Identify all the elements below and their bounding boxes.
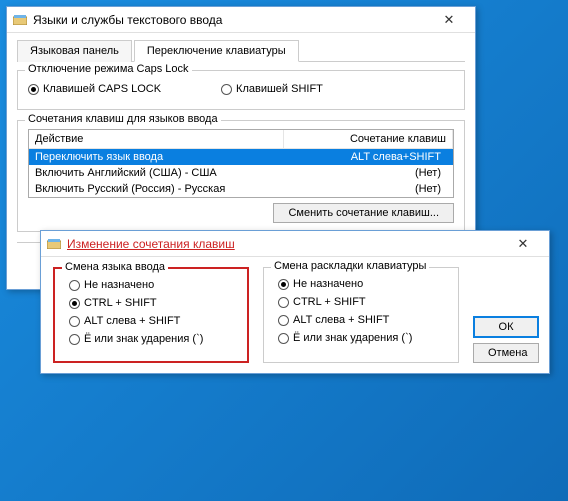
hotkey-table: Действие Сочетание клавиш Переключить яз… [28, 129, 454, 198]
radio-icon [69, 298, 80, 309]
radio-label: ALT слева + SHIFT [84, 315, 180, 327]
ok-button[interactable]: ОК [473, 316, 539, 338]
dialog-title: Изменение сочетания клавиш [67, 237, 503, 251]
row-key: ALT слева+SHIFT [290, 151, 447, 163]
window-title: Языки и службы текстового ввода [33, 13, 429, 27]
radio-label: Клавишей SHIFT [236, 83, 323, 95]
radio-ctrl-shift[interactable]: CTRL + SHIFT [278, 296, 444, 308]
dialog-buttons: ОК Отмена [473, 267, 539, 363]
table-row[interactable]: Включить Английский (США) - США (Нет) [29, 165, 453, 181]
radio-icon [69, 316, 80, 327]
row-action: Включить Английский (США) - США [35, 167, 290, 179]
cancel-button[interactable]: Отмена [473, 343, 539, 363]
keyboard-icon [13, 13, 27, 27]
change-hotkey-button[interactable]: Сменить сочетание клавиш... [273, 203, 454, 223]
tab-language-panel[interactable]: Языковая панель [17, 40, 132, 62]
radio-icon [221, 84, 232, 95]
radio-alt-shift[interactable]: ALT слева + SHIFT [278, 314, 444, 326]
radio-label: Клавишей CAPS LOCK [43, 83, 161, 95]
radio-ctrl-shift[interactable]: CTRL + SHIFT [69, 297, 233, 309]
tab-keyboard-switch[interactable]: Переключение клавиатуры [134, 40, 299, 62]
table-row[interactable]: Переключить язык ввода ALT слева+SHIFT [29, 149, 453, 165]
keyboard-layout-group: Смена раскладки клавиатуры Не назначено … [263, 267, 459, 363]
radio-icon [69, 334, 80, 345]
radio-label: Ё или знак ударения (`) [293, 332, 412, 344]
radio-alt-shift[interactable]: ALT слева + SHIFT [69, 315, 233, 327]
radio-label: CTRL + SHIFT [84, 297, 157, 309]
row-key: (Нет) [290, 183, 447, 195]
radio-capslock[interactable]: Клавишей CAPS LOCK [28, 83, 161, 95]
radio-grave[interactable]: Ё или знак ударения (`) [278, 332, 444, 344]
keyboard-icon [47, 237, 61, 251]
group-title: Сочетания клавиш для языков ввода [25, 113, 221, 125]
radio-icon [69, 280, 80, 291]
group-title: Отключение режима Caps Lock [25, 63, 192, 75]
radio-label: ALT слева + SHIFT [293, 314, 389, 326]
group-title: Смена языка ввода [62, 261, 168, 273]
col-action[interactable]: Действие [29, 130, 284, 148]
radio-grave[interactable]: Ё или знак ударения (`) [69, 333, 233, 345]
row-key: (Нет) [290, 167, 447, 179]
row-action: Переключить язык ввода [35, 151, 290, 163]
table-row[interactable]: Включить Русский (Россия) - Русская (Нет… [29, 181, 453, 197]
radio-icon [278, 333, 289, 344]
radio-icon [278, 315, 289, 326]
change-hotkey-dialog: Изменение сочетания клавиш ✕ Смена языка… [40, 230, 550, 374]
radio-none[interactable]: Не назначено [278, 278, 444, 290]
close-icon[interactable]: ✕ [503, 236, 543, 252]
radio-shift[interactable]: Клавишей SHIFT [221, 83, 323, 95]
row-action: Включить Русский (Россия) - Русская [35, 183, 290, 195]
radio-none[interactable]: Не назначено [69, 279, 233, 291]
titlebar[interactable]: Изменение сочетания клавиш ✕ [41, 231, 549, 257]
radio-label: CTRL + SHIFT [293, 296, 366, 308]
radio-label: Не назначено [84, 279, 154, 291]
table-head: Действие Сочетание клавиш [29, 130, 453, 149]
dialog-body: Смена языка ввода Не назначено CTRL + SH… [41, 257, 549, 373]
hotkey-group: Сочетания клавиш для языков ввода Действ… [17, 120, 465, 232]
radio-label: Не назначено [293, 278, 363, 290]
tab-strip: Языковая панель Переключение клавиатуры [17, 39, 465, 62]
titlebar[interactable]: Языки и службы текстового ввода ✕ [7, 7, 475, 33]
group-title: Смена раскладки клавиатуры [271, 260, 429, 272]
radio-icon [278, 297, 289, 308]
close-icon[interactable]: ✕ [429, 12, 469, 28]
capslock-group: Отключение режима Caps Lock Клавишей CAP… [17, 70, 465, 110]
radio-icon [278, 279, 289, 290]
radio-icon [28, 84, 39, 95]
col-key[interactable]: Сочетание клавиш [284, 130, 453, 148]
radio-label: Ё или знак ударения (`) [84, 333, 203, 345]
input-language-group: Смена языка ввода Не назначено CTRL + SH… [53, 267, 249, 363]
